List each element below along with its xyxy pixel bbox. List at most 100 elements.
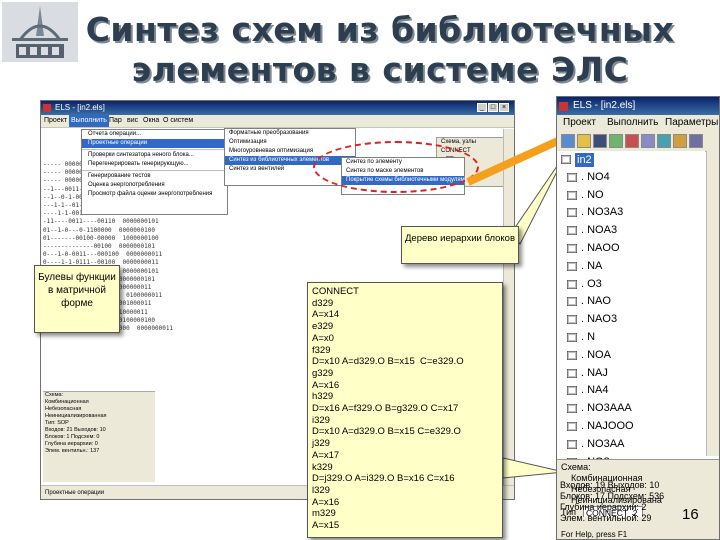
callout-boolean-functions: Булевы функции в матричной форме — [34, 265, 120, 333]
code-line: A=x17 — [312, 449, 340, 461]
save-icon[interactable] — [593, 134, 607, 148]
code-line: CONNECT — [312, 286, 359, 297]
tree-item-label: . NAO3 — [581, 313, 618, 326]
block-icon — [567, 332, 577, 342]
code-line: k329 — [312, 461, 333, 473]
tree-item-label: . NO3A3 — [581, 206, 624, 219]
block-hierarchy-tree: in2 . NO4 . NO . NO3A3 . NOA3 . NAOO . NA . O3… — [557, 151, 705, 468]
block-icon — [567, 208, 577, 218]
tree-item[interactable]: . NAOO — [557, 240, 705, 258]
code-line: D=j329.O A=i329.O B=x16 C=x16 — [312, 473, 455, 485]
right-status-bar: For Help, press F1 — [557, 529, 719, 539]
settings-icon[interactable] — [673, 134, 687, 148]
tree-item[interactable]: . NAO3 — [557, 311, 705, 329]
tree-scrollbar[interactable] — [706, 151, 719, 456]
tree-icon[interactable] — [641, 134, 655, 148]
callout-hierarchy-tree: Дерево иерархии блоков — [401, 226, 519, 264]
block-icon — [567, 421, 577, 431]
tree-item-label: . NAO — [581, 295, 611, 308]
right-els-window: ELS - [in2.els] Проект Выполнить Парамет… — [556, 96, 720, 540]
right-title-bar: ELS - [in2.els] — [557, 97, 719, 115]
tree-item[interactable]: . NO3AA — [557, 436, 705, 454]
tree-item[interactable]: . O3 — [557, 276, 705, 294]
code-line: A=x0 — [312, 332, 334, 344]
tree-item-label: . NAOO — [581, 241, 620, 254]
code-line: D=x16 A=f329.O B=g329.O C=x17 — [312, 403, 459, 415]
tree-item[interactable]: . NAJOOO — [557, 418, 705, 436]
block-icon — [567, 404, 577, 414]
callout-connect-code: CONNECT d329 A=x14 e329 A=x0 f329 D=x10 A=d329… — [307, 282, 503, 538]
code-line: e329 — [312, 321, 334, 333]
tree-root[interactable]: in2 — [557, 151, 705, 169]
block-icon — [567, 315, 577, 325]
tree-item[interactable]: . NAO — [557, 293, 705, 311]
right-menu-bar: Проект Выполнить Параметры — [557, 115, 719, 131]
stop-icon[interactable] — [625, 134, 639, 148]
code-line: j329 — [312, 438, 330, 450]
tree-item-label: . NOA — [581, 348, 611, 361]
tree-item[interactable]: . NOA3 — [557, 222, 705, 240]
open-icon[interactable] — [561, 134, 575, 148]
folder-icon[interactable] — [577, 134, 591, 148]
block-icon — [567, 226, 577, 236]
tree-item-label: . NO — [581, 188, 604, 201]
tree-item-label: . NA4 — [581, 384, 609, 397]
right-window-title: ELS - [in2.els] — [573, 100, 636, 111]
menu-project[interactable]: Проект — [563, 115, 596, 131]
stat-inputs: Входов: 19 Выходов: 10 — [560, 480, 660, 490]
right-toolbar — [557, 131, 719, 152]
tree-item-label: . NOA3 — [581, 224, 618, 237]
tree-item-label: . NO4 — [581, 170, 610, 183]
code-line: f329 — [312, 344, 331, 356]
tree-item-label: . O3 — [581, 277, 602, 290]
code-line: d329 — [312, 297, 334, 309]
right-stats: Входов: 19 Выходов: 10 Блоков: 17 Подсхе… — [560, 480, 680, 524]
panel-schema-label: Схема: — [561, 462, 591, 472]
tree-item[interactable]: . NO3A3 — [557, 204, 705, 222]
tree-item-label: . N — [581, 330, 596, 343]
code-line: l329 — [312, 484, 330, 496]
code-line: g329 — [312, 367, 334, 379]
block-icon — [567, 297, 577, 307]
tree-item[interactable]: . N — [557, 329, 705, 347]
tree-item[interactable]: . NO4 — [557, 169, 705, 187]
tree-item[interactable]: . NOA — [557, 347, 705, 365]
code-line: m329 — [312, 508, 336, 520]
block-icon — [567, 350, 577, 360]
tree-item[interactable]: . NA4 — [557, 382, 705, 400]
tree-item[interactable]: . NO3AAA — [557, 400, 705, 418]
tree-item-label: . NA — [581, 259, 603, 272]
block-icon — [561, 155, 571, 164]
page-number: 16 — [682, 506, 699, 523]
block-icon — [567, 172, 577, 182]
code-line: D=x10 A=d329.O B=x15 C=e329.O — [312, 426, 461, 438]
block-icon — [567, 279, 577, 289]
tree-item-label: . NO3AA — [581, 437, 625, 450]
code-line: A=x15 — [312, 520, 340, 532]
app-icon — [559, 102, 568, 111]
code-pointer — [502, 457, 565, 479]
stat-depth: Глубина иерархии: 2 — [560, 502, 647, 512]
code-line: A=x16 — [312, 379, 340, 391]
block-icon — [567, 243, 577, 253]
tree-item-label: . NAJ — [581, 366, 608, 379]
code-line: A=x14 — [312, 309, 340, 321]
code-line: A=x16 — [312, 496, 340, 508]
run-icon[interactable] — [609, 134, 623, 148]
tree-item[interactable]: . NA — [557, 258, 705, 276]
tree-item-label: . NAJOOO — [581, 419, 634, 432]
block-icon — [567, 261, 577, 271]
code-line: h329 — [312, 391, 334, 403]
view-icon[interactable] — [657, 134, 671, 148]
stat-blocks: Блоков: 17 Подсхем: 536 — [560, 491, 665, 501]
code-line: i329 — [312, 414, 330, 426]
tree-item[interactable]: . NO — [557, 187, 705, 205]
block-icon — [567, 439, 577, 449]
tree-item[interactable]: . NAJ — [557, 365, 705, 383]
block-icon — [567, 386, 577, 396]
help-icon[interactable] — [689, 134, 703, 148]
stat-elements: Элем. вентильной: 29 — [560, 513, 652, 523]
tree-item-label: . NO3AAA — [581, 402, 632, 415]
menu-params[interactable]: Параметры — [665, 115, 718, 131]
menu-run[interactable]: Выполнить — [607, 115, 658, 131]
